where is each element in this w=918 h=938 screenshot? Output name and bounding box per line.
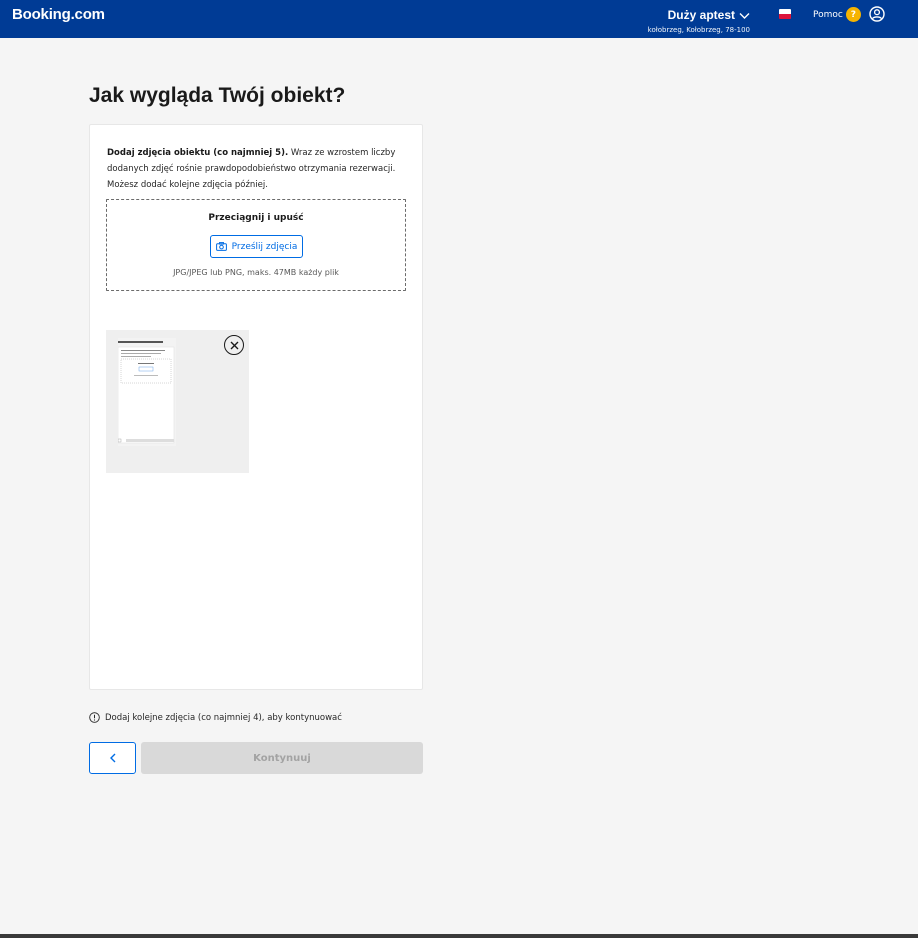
property-name: Duży aptest (667, 8, 735, 22)
booking-logo[interactable]: Booking.com (12, 6, 105, 23)
dropzone-title: Przeciągnij i upuść (208, 213, 304, 223)
page-title: Jak wygląda Twój obiekt? (89, 84, 346, 107)
help-label: Pomoc (813, 9, 843, 20)
upload-photos-label: Prześlij zdjęcia (231, 241, 298, 252)
back-button[interactable] (89, 742, 136, 774)
property-address: kołobrzeg, Kołobrzeg, 78-100 (647, 26, 750, 35)
photos-intro: Dodaj zdjęcia obiektu (co najmniej 5). W… (107, 145, 407, 193)
property-selector[interactable]: Duży aptest kołobrzeg, Kołobrzeg, 78-100 (648, 5, 750, 34)
close-icon (230, 341, 238, 349)
continue-button[interactable]: Kontynuuj (141, 742, 423, 774)
chevron-down-icon (739, 12, 750, 19)
notice-text: Dodaj kolejne zdjęcia (co najmniej 4), a… (105, 712, 342, 723)
help-badge-icon: ? (845, 7, 861, 22)
photo-preview-image (118, 338, 176, 446)
info-icon (89, 712, 100, 723)
window-bottom-edge (0, 934, 918, 938)
remove-photo-button[interactable] (224, 335, 244, 355)
chevron-left-icon (109, 753, 115, 763)
camera-icon (215, 242, 227, 251)
account-icon[interactable] (869, 6, 885, 22)
dropzone-hint: JPG/JPEG lub PNG, maks. 47MB każdy plik (173, 268, 339, 277)
photos-intro-bold: Dodaj zdjęcia obiektu (co najmniej 5). (107, 148, 289, 158)
photos-card: Dodaj zdjęcia obiektu (co najmniej 5). W… (89, 124, 423, 690)
language-flag-icon[interactable] (779, 9, 791, 19)
upload-photos-button[interactable]: Prześlij zdjęcia (210, 235, 303, 258)
minimum-photos-notice: Dodaj kolejne zdjęcia (co najmniej 4), a… (89, 712, 342, 723)
uploaded-photo-thumbnail[interactable] (106, 330, 249, 473)
top-navigation-bar: Booking.com Duży aptest kołobrzeg, Kołob… (0, 0, 918, 38)
help-button[interactable]: Pomoc ? (813, 7, 861, 22)
photo-dropzone[interactable]: Przeciągnij i upuść Prześlij zdjęcia JPG… (106, 199, 406, 291)
